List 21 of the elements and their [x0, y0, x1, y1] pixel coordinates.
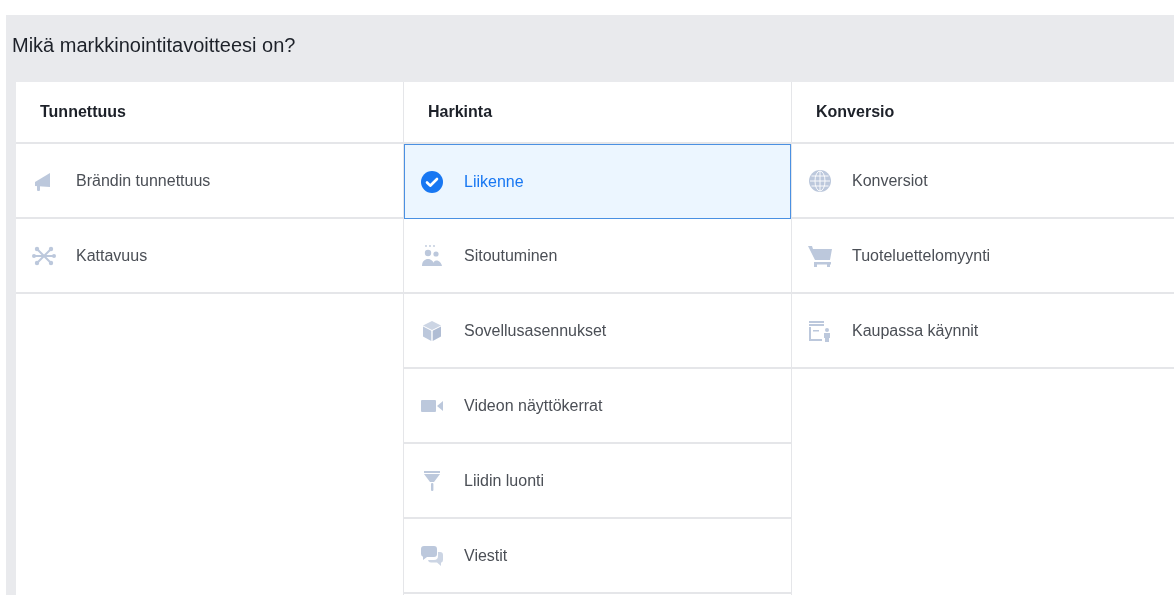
objective-option[interactable]: Liidin luonti	[404, 444, 791, 519]
objective-option[interactable]: Liikenne	[404, 144, 791, 219]
objective-option[interactable]: Konversiot	[792, 144, 1174, 219]
objective-option[interactable]: Kattavuus	[16, 219, 403, 294]
chat-bubbles-icon	[420, 543, 444, 568]
objective-option[interactable]: Kaupassa käynnit	[792, 294, 1174, 369]
people-icon	[420, 243, 444, 268]
store-visit-icon	[808, 318, 832, 343]
column-heading: Tunnettuus	[16, 82, 403, 144]
objective-option[interactable]: Sovellusasennukset	[404, 294, 791, 369]
objective-option[interactable]: Viestit	[404, 519, 791, 594]
shopping-cart-icon	[808, 243, 832, 268]
objective-option[interactable]: Tuoteluettelomyynti	[792, 219, 1174, 294]
question-title: Mikä markkinointitavoitteesi on?	[12, 33, 297, 58]
globe-icon	[808, 168, 832, 193]
objective-option[interactable]: Videon näyttökerrat	[404, 369, 791, 444]
column-heading: Konversio	[792, 82, 1174, 144]
cube-icon	[420, 318, 444, 343]
objective-option[interactable]: Brändin tunnettuus	[16, 144, 403, 219]
objective-option[interactable]: Sitoutuminen	[404, 219, 791, 294]
checkmark-icon	[420, 169, 444, 194]
